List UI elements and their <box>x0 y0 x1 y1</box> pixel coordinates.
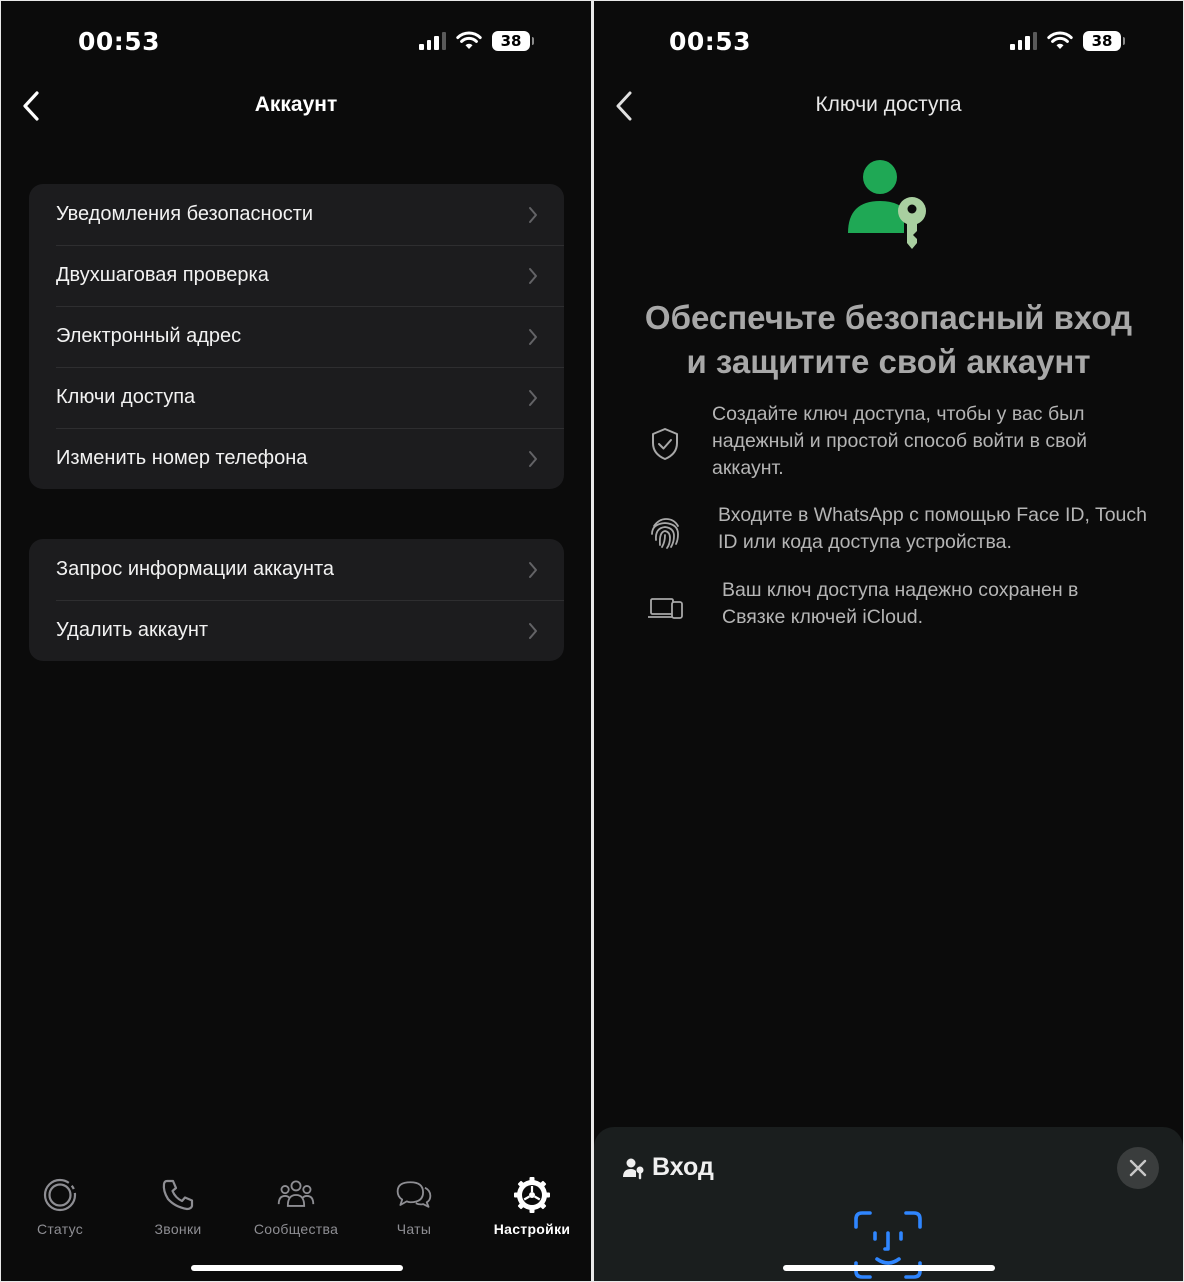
sheet-header: Вход <box>622 1153 714 1182</box>
tab-bar: Статус Звонки Сообщества Чаты Настройки <box>1 1161 591 1241</box>
account-data-group: Запрос информации аккаунта Удалить аккау… <box>29 539 564 661</box>
tab-label: Настройки <box>493 1221 571 1237</box>
status-icons: 38 <box>1010 31 1125 51</box>
row-label: Ключи доступа <box>56 386 196 408</box>
close-icon <box>1129 1159 1147 1177</box>
account-options-group: Уведомления безопасности Двухшаговая про… <box>29 184 564 489</box>
feature-text: Создайте ключ доступа, чтобы у вас был н… <box>712 403 1088 479</box>
communities-icon <box>277 1180 315 1207</box>
wifi-icon <box>1047 31 1073 49</box>
row-two-step-verification[interactable]: Двухшаговая проверка <box>29 245 564 306</box>
person-key-icon <box>623 1158 644 1179</box>
tab-status[interactable]: Статус <box>1 1161 119 1241</box>
passkey-user-icon <box>848 160 926 249</box>
passkeys-screen: 00:53 38 Ключи доступа Обеспечьте безопа… <box>594 1 1183 1281</box>
tab-label: Чаты <box>396 1221 432 1237</box>
headline: Обеспечьте безопасный вход и защитите св… <box>594 296 1183 384</box>
chevron-right-icon <box>529 390 537 406</box>
status-icons: 38 <box>419 31 534 51</box>
phone-icon <box>162 1179 194 1211</box>
sign-in-sheet: Вход <box>594 1127 1183 1281</box>
tab-chats[interactable]: Чаты <box>355 1161 473 1241</box>
shield-check-icon <box>652 428 678 460</box>
status-time: 00:53 <box>669 27 752 56</box>
screenshot-composite: 00:53 38 Аккаунт Уведомления безопасност… <box>0 0 1184 1282</box>
headline-line-2: и защитите свой аккаунт <box>686 343 1091 380</box>
wifi-icon <box>456 31 482 49</box>
chevron-right-icon <box>529 268 537 284</box>
row-email-address[interactable]: Электронный адрес <box>29 306 564 367</box>
account-settings-screen: 00:53 38 Аккаунт Уведомления безопасност… <box>1 1 591 1281</box>
feature-text: Входите в WhatsApp с помощью Face ID, To… <box>718 504 1147 553</box>
row-label: Запрос информации аккаунта <box>56 558 335 580</box>
status-bar: 00:53 38 <box>594 1 1183 81</box>
cellular-signal-icon <box>1010 32 1037 50</box>
status-icon <box>43 1178 77 1212</box>
status-time: 00:53 <box>78 27 161 56</box>
tab-calls[interactable]: Звонки <box>119 1161 237 1241</box>
battery-indicator: 38 <box>492 31 534 51</box>
row-change-phone-number[interactable]: Изменить номер телефона <box>29 428 564 489</box>
headline-line-1: Обеспечьте безопасный вход <box>644 299 1133 336</box>
tab-communities[interactable]: Сообщества <box>237 1161 355 1241</box>
tab-settings[interactable]: Настройки <box>473 1161 591 1241</box>
status-bar: 00:53 38 <box>1 1 591 81</box>
home-indicator <box>783 1265 995 1271</box>
devices-icon <box>648 598 683 619</box>
feature-text: Ваш ключ доступа надежно сохранен в Связ… <box>722 579 1079 628</box>
tab-label: Звонки <box>154 1221 202 1237</box>
chevron-right-icon <box>529 329 537 345</box>
nav-bar: Аккаунт <box>1 81 591 131</box>
row-label: Уведомления безопасности <box>56 203 314 225</box>
fingerprint-icon <box>651 518 679 549</box>
chevron-right-icon <box>529 562 537 578</box>
row-security-notifications[interactable]: Уведомления безопасности <box>29 184 564 245</box>
chevron-right-icon <box>529 451 537 467</box>
row-request-account-info[interactable]: Запрос информации аккаунта <box>29 539 564 600</box>
nav-bar: Ключи доступа <box>594 81 1183 131</box>
close-button[interactable] <box>1117 1147 1159 1189</box>
tab-label: Сообщества <box>253 1221 339 1237</box>
home-indicator <box>191 1265 403 1271</box>
battery-indicator: 38 <box>1083 31 1125 51</box>
row-label: Удалить аккаунт <box>56 619 209 641</box>
chevron-right-icon <box>529 623 537 639</box>
row-label: Двухшаговая проверка <box>56 264 269 286</box>
row-delete-account[interactable]: Удалить аккаунт <box>29 600 564 661</box>
row-passkeys[interactable]: Ключи доступа <box>29 367 564 428</box>
row-label: Изменить номер телефона <box>56 447 308 469</box>
row-label: Электронный адрес <box>56 325 242 347</box>
settings-gear-icon <box>514 1177 550 1213</box>
sheet-title: Вход <box>652 1153 714 1181</box>
chevron-right-icon <box>529 207 537 223</box>
page-title: Аккаунт <box>254 93 338 116</box>
chats-icon <box>396 1181 432 1208</box>
tab-label: Статус <box>36 1221 84 1237</box>
cellular-signal-icon <box>419 32 446 50</box>
page-title: Ключи доступа <box>815 93 962 116</box>
